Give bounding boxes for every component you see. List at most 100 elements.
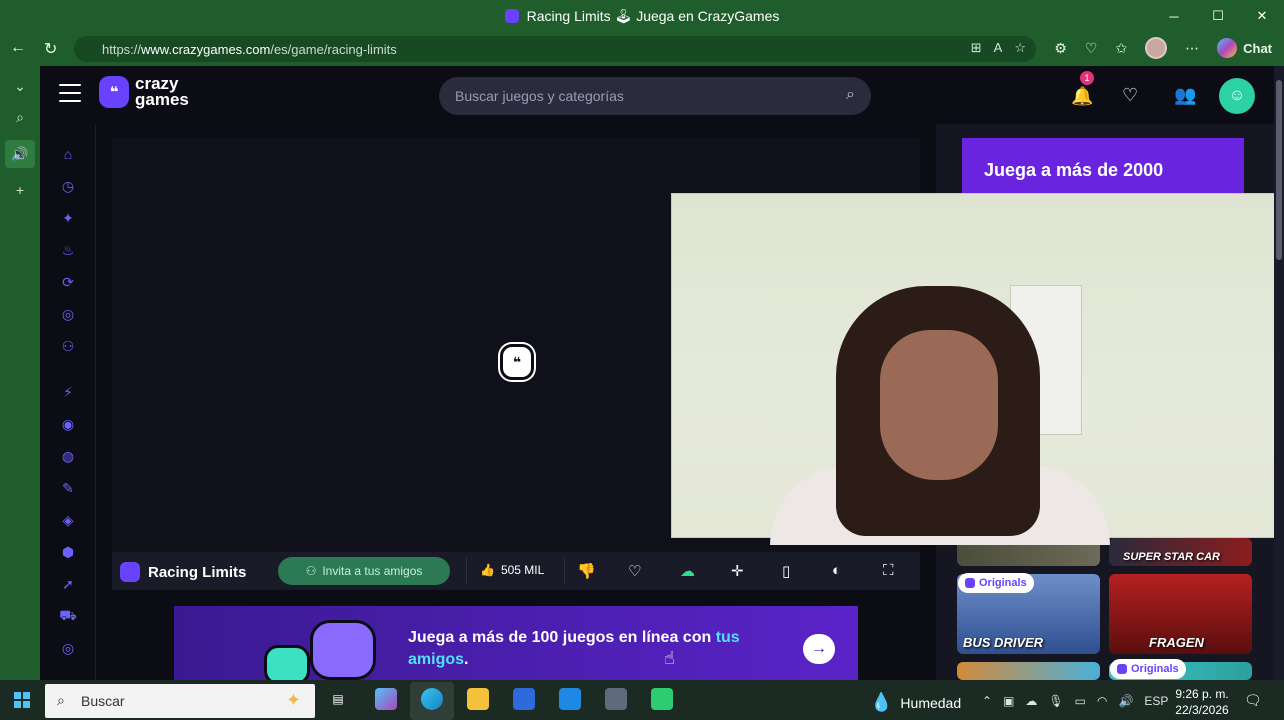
page-scrollbar[interactable] (1274, 66, 1284, 680)
maximize-button[interactable]: ☐ (1196, 0, 1240, 32)
mascot-purple-icon (310, 620, 376, 680)
thumbs-down-icon[interactable]: 👎 (577, 562, 596, 580)
favorite-heart-icon[interactable]: ♡ (628, 562, 641, 580)
microphone-icon[interactable]: 🎙 (1048, 694, 1063, 708)
logo-text-bottom: games (135, 90, 189, 109)
outlook-icon[interactable] (559, 688, 581, 710)
humidity-drop-icon: 💧 (870, 692, 893, 712)
updated-icon[interactable]: ⟳ (60, 274, 76, 290)
taskbar-search[interactable]: ⌕ Buscar ✦ (45, 684, 315, 718)
address-bar[interactable]: https://www.crazygames.com/es/game/racin… (74, 36, 1036, 62)
bike-icon[interactable]: ◈ (60, 512, 76, 528)
recent-icon[interactable]: ◷ (60, 178, 76, 194)
banner-arrow-button[interactable]: → (803, 634, 835, 664)
notifications-bell-icon[interactable]: 🔔 (1071, 86, 1093, 107)
chat-label: Chat (1243, 40, 1272, 56)
browser-essentials-icon[interactable]: ♡ (1085, 40, 1098, 57)
start-button[interactable] (14, 692, 30, 708)
thumbnail-label: BUS DRIVER (963, 635, 1044, 650)
steering-icon[interactable]: ◎ (60, 640, 76, 656)
copilot-chat-button[interactable]: Chat (1217, 38, 1272, 58)
game-thumbnail[interactable] (957, 662, 1100, 680)
user-avatar[interactable]: ☺ (1219, 78, 1255, 114)
task-view-icon[interactable]: ▤ (327, 688, 349, 710)
browser-toolbar: ← ↻ https://www.crazygames.com/es/game/r… (0, 32, 1284, 66)
basketball-icon[interactable]: ◍ (60, 448, 76, 464)
fullscreen-icon[interactable]: ⛶ (883, 562, 894, 579)
banner-text: Juega a más de 100 juegos en línea con t… (408, 627, 788, 671)
clicker-icon[interactable]: ➚ (60, 576, 76, 592)
game-thumbnail[interactable]: SUPER STAR CAR (1109, 538, 1252, 566)
favorites-icon[interactable]: ✩ (1115, 40, 1127, 57)
site-sidebar (40, 124, 96, 680)
battery-icon[interactable]: ▭ (1075, 694, 1086, 708)
audio-tab-icon[interactable]: 🔊 (5, 140, 35, 168)
window-titlebar: Racing Limits 🕹 Juega en CrazyGames ─ ☐ … (0, 0, 1284, 32)
promo-card-text: Juega a más de 2000 (984, 160, 1164, 180)
language-indicator[interactable]: ESP (1144, 694, 1168, 708)
thumbs-up-icon: 👍 (480, 563, 495, 577)
tray-chevron-icon[interactable]: ⌃ (982, 694, 992, 708)
search-icon[interactable]: ⌕ (846, 86, 855, 104)
banner-text-end: . (464, 651, 469, 668)
mobile-icon[interactable]: ▯ (782, 562, 790, 580)
action-icon[interactable]: ⚡ (60, 384, 76, 400)
originals-icon[interactable]: ◎ (60, 306, 76, 322)
crazygames-logo[interactable]: ❝ crazy games (99, 75, 205, 109)
clock-time: 9:26 p. m. (1175, 687, 1229, 701)
minimize-button[interactable]: ─ (1152, 0, 1196, 32)
driving-icon[interactable]: ⛟ (59, 607, 77, 624)
photos-icon[interactable] (605, 688, 627, 710)
like-button[interactable]: 👍 505 MIL (480, 563, 544, 577)
favorites-heart-icon[interactable]: ♡ (1122, 85, 1138, 106)
more-menu-icon[interactable]: ⋯ (1185, 40, 1199, 57)
game-title: Racing Limits (120, 562, 246, 582)
collapse-tabs-icon[interactable]: ⌄ (14, 78, 26, 95)
file-explorer-icon[interactable] (467, 688, 489, 710)
weather-widget[interactable]: 💧 Humedad (870, 692, 961, 713)
back-icon[interactable]: ← (10, 39, 26, 57)
menu-icon[interactable] (59, 84, 81, 108)
thumbnail-label: SUPER STAR CAR (1123, 551, 1220, 563)
taskbar-clock[interactable]: 9:26 p. m. 22/3/2026 (1172, 686, 1232, 718)
trending-icon[interactable]: ♨ (60, 242, 76, 258)
close-button[interactable]: ✕ (1240, 0, 1284, 32)
invite-icon: ⚇ (305, 564, 317, 578)
beauty-icon[interactable]: ✎ (60, 480, 76, 496)
friends-icon[interactable]: 👥 (1174, 85, 1196, 106)
banner-highlight-2: amigos (408, 651, 465, 668)
read-aloud-icon[interactable]: A (994, 40, 1003, 56)
game-icon (120, 562, 140, 582)
onedrive-icon[interactable]: ☁ (1025, 694, 1037, 708)
home-icon[interactable]: ⌂ (60, 146, 76, 162)
new-tab-icon[interactable]: + (16, 182, 24, 198)
invite-friends-button[interactable]: ⚇ Invita a tus amigos (278, 557, 450, 585)
car-icon[interactable]: ⬢ (60, 544, 76, 560)
search-tab-icon[interactable]: ⌕ (16, 109, 24, 126)
clipchamp-icon[interactable] (651, 688, 673, 710)
mouse-cursor-icon: ☝ (664, 648, 675, 668)
controller-icon[interactable]: ✛ (731, 562, 744, 580)
game-thumbnail[interactable]: FRAGEN (1109, 574, 1252, 654)
copilot-app-icon[interactable] (375, 688, 397, 710)
mascot-teal-icon (264, 645, 310, 685)
refresh-icon[interactable]: ↻ (44, 39, 57, 59)
extensions-icon[interactable]: ⚙ (1054, 40, 1067, 57)
profile-avatar[interactable] (1145, 37, 1168, 59)
wifi-icon[interactable]: ◠ (1097, 694, 1107, 708)
banner-text-main: Juega a más de 100 juegos en línea con (408, 629, 716, 646)
tray-app-icon[interactable]: ▣ (1003, 694, 1014, 708)
search-input[interactable]: Buscar juegos y categorías ⌕ (439, 77, 871, 115)
store-icon[interactable] (513, 688, 535, 710)
edge-app-icon[interactable] (421, 688, 443, 710)
new-games-icon[interactable]: ✦ (60, 210, 76, 226)
favorite-star-icon[interactable]: ☆ (1014, 40, 1026, 56)
adventure-icon[interactable]: ◉ (60, 416, 76, 432)
multiplayer-icon[interactable]: ⚇ (60, 338, 76, 354)
theater-mode-icon[interactable]: ◐ (832, 562, 841, 579)
volume-icon[interactable]: 🔊 (1118, 694, 1133, 708)
cloud-save-icon[interactable]: ☁ (680, 562, 695, 580)
app-available-icon[interactable]: ⊞ (971, 40, 982, 56)
search-placeholder: Buscar juegos y categorías (455, 88, 624, 104)
notifications-icon[interactable]: 🗨 (1244, 692, 1262, 709)
